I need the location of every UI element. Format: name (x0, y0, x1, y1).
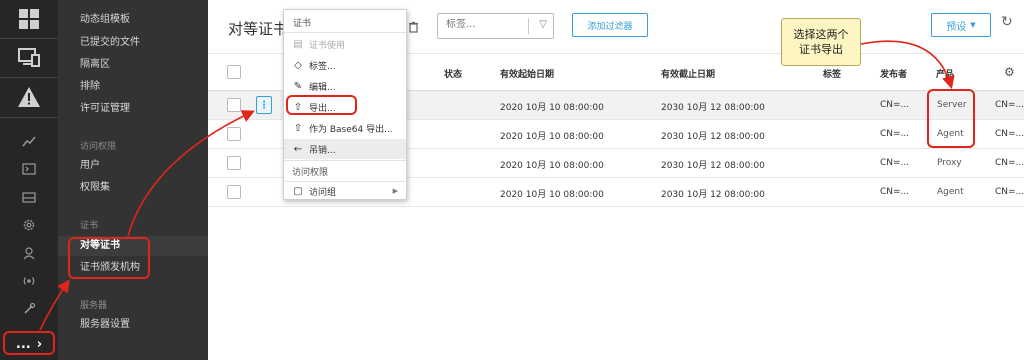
menu-item-label: 作为 Base64 导出... (309, 124, 393, 135)
access-group-icon: ▢ (293, 185, 303, 197)
menu-item-label: 标签... (309, 61, 336, 72)
nav-item[interactable]: 已提交的文件 (58, 33, 208, 53)
menu-item-label: 访问组 (309, 187, 337, 198)
menu-item-label: 吊销... (309, 145, 336, 156)
cell-product: Proxy (937, 158, 962, 168)
chart-icon[interactable] (0, 128, 58, 154)
cell-valid-from: 2020 10月 10 08:00:00 (500, 190, 604, 200)
menu-item-edit[interactable]: ✎ 编辑... (284, 76, 406, 96)
column-header-status[interactable]: 状态 (444, 67, 462, 80)
nav-item[interactable]: 排除 (58, 77, 208, 97)
annotation-callout: 选择这两个 证书导出 (781, 18, 861, 66)
devices-icon[interactable] (0, 39, 58, 77)
column-header-product[interactable]: 产品 (936, 67, 954, 80)
menu-item-certificate-usage: ▤ 证书使用 (284, 34, 406, 54)
inbox-icon[interactable] (0, 184, 58, 210)
column-header-valid-from[interactable]: 有效起始日期 (500, 67, 554, 80)
column-header-tags[interactable]: 标签 (823, 67, 841, 80)
cell-issuer: CN=... (880, 100, 910, 110)
annotation-box-products (927, 89, 975, 148)
annotation-box-certificates (68, 237, 150, 279)
nav-item[interactable]: 许可证管理 (58, 99, 208, 119)
column-header-issuer[interactable]: 发布者 (880, 67, 907, 80)
terminal-icon[interactable] (0, 156, 58, 182)
settings-icon[interactable] (0, 212, 58, 238)
icon-rail: ... › (0, 0, 58, 360)
nav-item-server-settings[interactable]: 服务器设置 (58, 315, 208, 335)
annotation-box-export (286, 95, 357, 115)
callout-line-1: 选择这两个 (793, 28, 849, 41)
dashboard-grid-icon[interactable] (0, 0, 58, 38)
nav-section-cert: 证书 (80, 221, 99, 231)
cell-valid-to: 2030 10月 12 08:00:00 (661, 132, 765, 142)
page-title: 对等证书 (228, 20, 289, 38)
preset-button[interactable]: 预设 ▼ (931, 13, 991, 37)
row-checkbox[interactable] (227, 156, 241, 170)
menu-item-label: 证书使用 (309, 40, 346, 51)
cell-valid-from: 2020 10月 10 08:00:00 (500, 132, 604, 142)
nav-section-access: 访问权限 (80, 142, 117, 152)
submenu-arrow-icon: ▶ (392, 187, 398, 195)
cell-valid-to: 2030 10月 12 08:00:00 (661, 161, 765, 171)
row-checkbox[interactable] (227, 185, 241, 199)
broadcast-icon[interactable] (0, 268, 58, 294)
row-checkbox[interactable] (227, 127, 241, 141)
menu-item-access-group[interactable]: ▢ 访问组 ▶ (284, 181, 406, 201)
row-checkbox[interactable] (227, 98, 241, 112)
tags-select[interactable]: ▽ (437, 13, 554, 39)
annotation-box-more (3, 331, 55, 355)
cell-valid-to: 2030 10月 12 08:00:00 (661, 103, 765, 113)
user-icon[interactable] (0, 240, 58, 266)
nav-item-permission-sets[interactable]: 权限集 (58, 178, 208, 198)
cell-extra: CN=... (995, 187, 1024, 197)
chevron-down-icon[interactable]: ▽ (539, 19, 547, 30)
certificate-icon: ▤ (293, 38, 303, 50)
callout-line-2: 证书导出 (799, 43, 843, 56)
nav-panel: 动态组模板 已提交的文件 隔离区 排除 许可证管理 访问权限 用户 权限集 证书… (58, 0, 208, 360)
column-settings-gear-icon[interactable]: ⚙ (1004, 65, 1015, 79)
caret-down-icon: ▼ (970, 21, 976, 29)
add-filter-button[interactable]: 添加过滤器 (572, 13, 648, 37)
nav-item-users[interactable]: 用户 (58, 156, 208, 176)
warning-icon[interactable] (0, 78, 58, 116)
menu-section-access: 访问权限 (284, 161, 406, 181)
menu-section-label: 访问权限 (292, 167, 329, 178)
tools-icon[interactable] (0, 296, 58, 322)
nav-section-server: 服务器 (80, 301, 108, 311)
cell-valid-to: 2030 10月 12 08:00:00 (661, 190, 765, 200)
cell-issuer: CN=... (880, 129, 910, 139)
export-base64-icon: ⇧ (293, 122, 303, 134)
nav-item[interactable]: 动态组模板 (58, 10, 208, 30)
cell-issuer: CN=... (880, 158, 910, 168)
menu-item-export-base64[interactable]: ⇧ 作为 Base64 导出... (284, 118, 406, 138)
cell-valid-from: 2020 10月 10 08:00:00 (500, 161, 604, 171)
refresh-icon[interactable]: ↻ (1001, 14, 1013, 30)
context-menu-title: 证书 (293, 19, 312, 29)
cell-extra: CN=... (995, 100, 1024, 110)
cell-issuer: CN=... (880, 187, 910, 197)
menu-item-label: 编辑... (309, 82, 336, 93)
menu-item-revoke[interactable]: ← 吊销... (284, 139, 406, 159)
tag-icon: ◇ (294, 59, 302, 71)
column-header-valid-to[interactable]: 有效截止日期 (661, 67, 715, 80)
cell-extra: CN=... (995, 129, 1024, 139)
cell-extra: CN=... (995, 158, 1024, 168)
cell-product: Agent (937, 187, 964, 197)
revoke-arrow-icon: ← (293, 143, 303, 155)
cell-valid-from: 2020 10月 10 08:00:00 (500, 103, 604, 113)
preset-label: 预设 (946, 21, 967, 33)
nav-item[interactable]: 隔离区 (58, 55, 208, 75)
pencil-icon: ✎ (293, 80, 303, 92)
menu-item-tags[interactable]: ◇ 标签... (284, 55, 406, 75)
tags-input[interactable] (446, 19, 526, 30)
select-all-checkbox[interactable] (227, 65, 241, 79)
row-actions-kebab-icon[interactable]: ⋮ (256, 96, 272, 114)
